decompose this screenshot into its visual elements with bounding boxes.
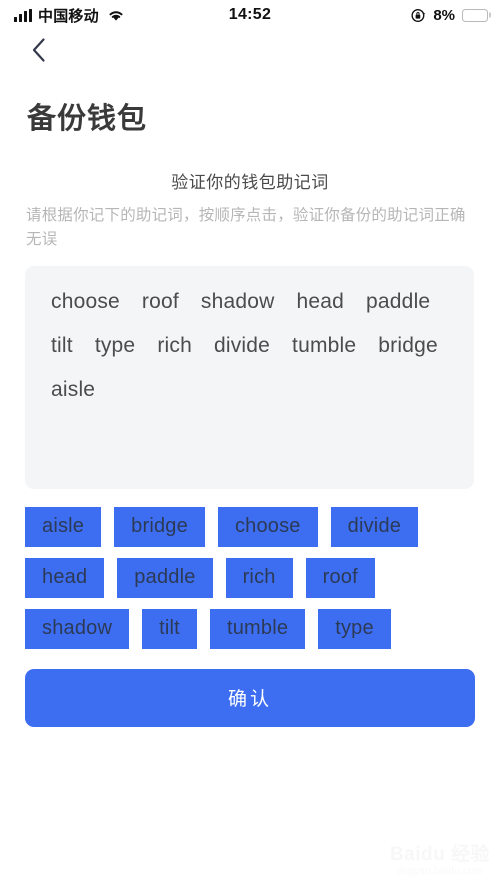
word-chip[interactable]: roof <box>305 557 375 598</box>
selected-word[interactable]: bridge <box>378 334 438 358</box>
word-chip[interactable]: aisle <box>25 506 102 547</box>
watermark-url: jingyan.baidu.com <box>397 866 483 877</box>
selected-word[interactable]: tilt <box>51 334 73 358</box>
selected-word[interactable]: choose <box>51 290 120 314</box>
selected-word[interactable]: aisle <box>51 378 95 402</box>
selected-word[interactable]: head <box>297 290 345 314</box>
battery-icon <box>462 8 488 22</box>
selected-word[interactable]: type <box>95 334 136 358</box>
word-chip[interactable]: tilt <box>142 608 197 649</box>
rotation-lock-icon <box>411 8 426 23</box>
wifi-icon <box>107 8 125 22</box>
nav-bar <box>0 30 500 72</box>
watermark-title: Baidu 经验 <box>389 844 490 865</box>
selected-word[interactable]: rich <box>157 334 192 358</box>
word-chip[interactable]: choose <box>217 506 318 547</box>
intro-section: 验证你的钱包助记词 请根据你记下的助记词，按顺序点击，验证你备份的助记词正确无误 <box>0 168 500 252</box>
word-bank: aisle bridge choose divide head paddle rich roo… <box>0 489 500 649</box>
word-chip[interactable]: divide <box>330 506 419 547</box>
word-chip[interactable]: paddle <box>117 557 213 598</box>
battery-percent-label: 8% <box>433 6 455 24</box>
status-bar: 中国移动 14:52 8% <box>0 0 500 30</box>
selected-word[interactable]: shadow <box>201 290 275 314</box>
mnemonic-panel: choose roof shadow head paddle tilt type rich di… <box>25 265 474 489</box>
back-button[interactable] <box>22 34 56 68</box>
status-bar-left: 中国移动 <box>14 5 125 26</box>
intro-title: 验证你的钱包助记词 <box>171 172 329 192</box>
intro-description: 请根据你记下的助记词，按顺序点击，验证你备份的助记词正确无误 <box>26 206 466 248</box>
word-chip[interactable]: bridge <box>114 506 205 547</box>
carrier-label: 中国移动 <box>38 7 99 25</box>
word-chip[interactable]: tumble <box>209 608 306 649</box>
selected-word[interactable]: roof <box>142 290 179 314</box>
selected-word[interactable]: divide <box>214 334 270 358</box>
selected-word[interactable]: paddle <box>366 290 430 314</box>
selected-word[interactable]: tumble <box>292 334 356 358</box>
word-chip[interactable]: rich <box>225 557 293 598</box>
word-chip[interactable]: head <box>25 557 105 598</box>
word-chip[interactable]: type <box>318 608 391 649</box>
selected-word-list: choose roof shadow head paddle tilt type rich di… <box>51 290 448 402</box>
status-bar-right: 8% <box>411 7 488 24</box>
confirm-section: 确认 <box>0 649 500 727</box>
page-title: 备份钱包 <box>27 103 148 136</box>
watermark: Baidu 经验 jingyan.baidu.com <box>390 845 490 877</box>
signal-bars-icon <box>14 8 32 22</box>
confirm-button[interactable]: 确认 <box>25 668 475 727</box>
chevron-left-icon <box>31 37 47 66</box>
word-chip[interactable]: shadow <box>25 608 130 649</box>
